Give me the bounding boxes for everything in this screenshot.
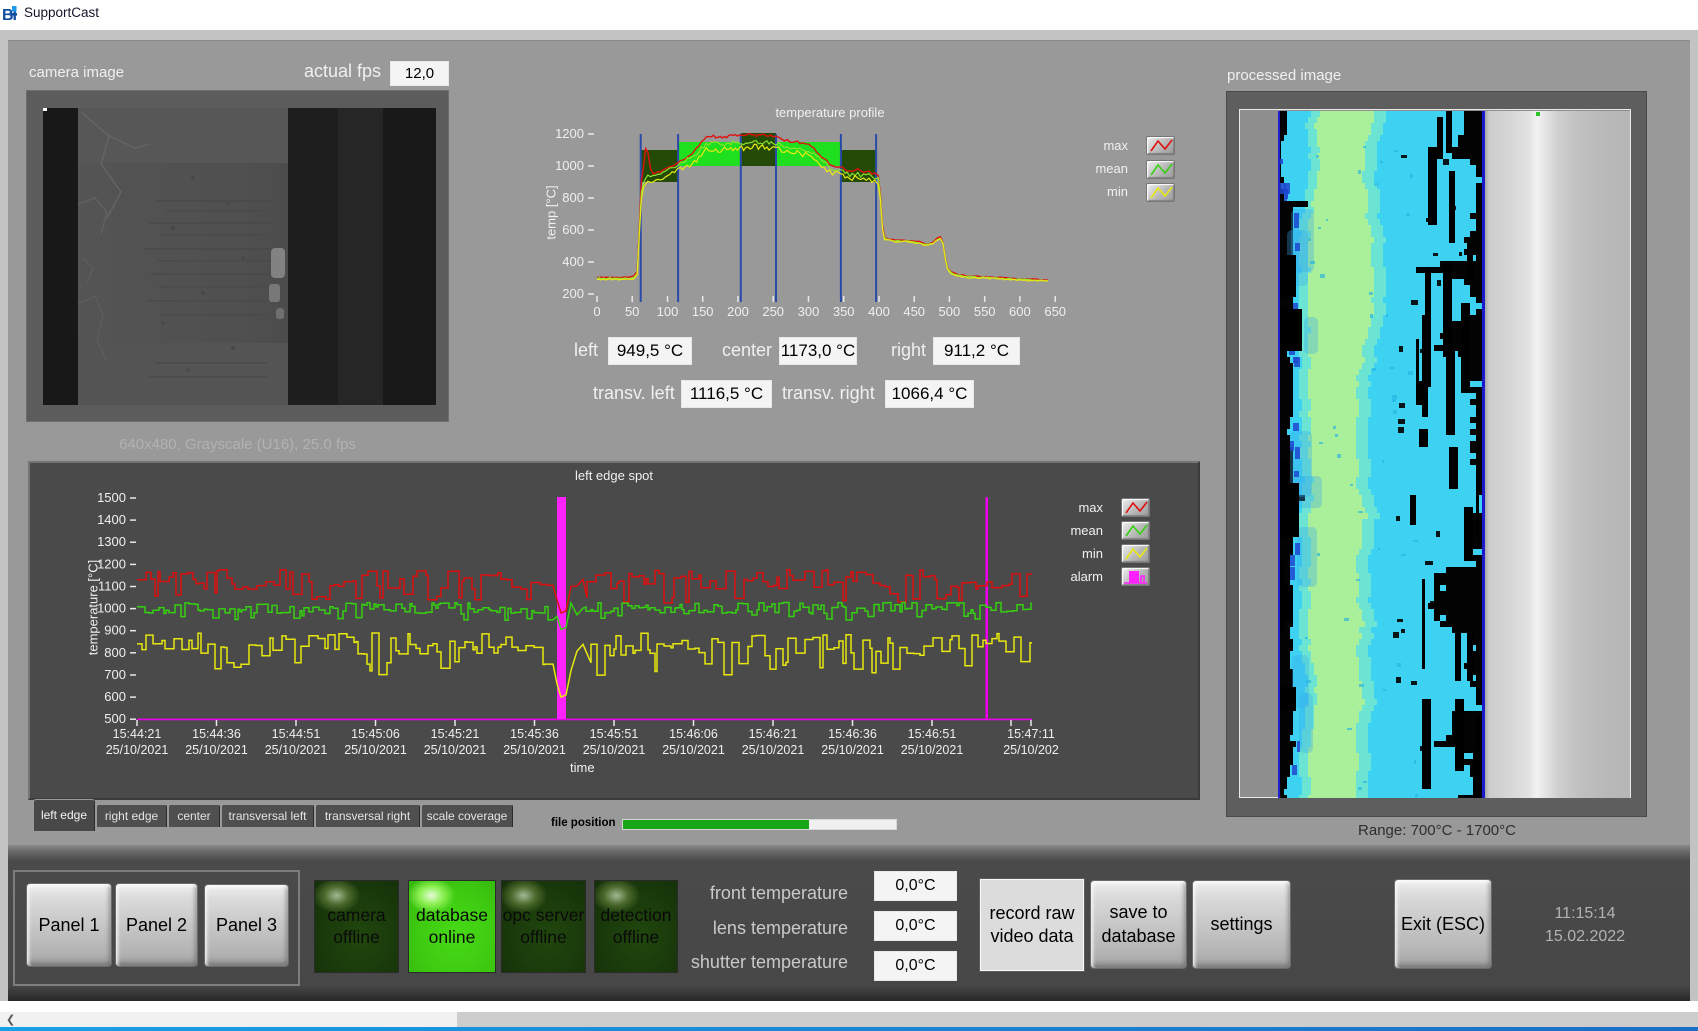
svg-text:25/10/202: 25/10/202 [1003, 743, 1059, 757]
svg-text:250: 250 [762, 304, 784, 319]
svg-text:400: 400 [868, 304, 890, 319]
svg-text:15:44:21: 15:44:21 [113, 727, 162, 741]
svg-text:15:44:51: 15:44:51 [272, 727, 321, 741]
svg-text:25/10/2021: 25/10/2021 [265, 743, 328, 757]
svg-text:500: 500 [939, 304, 961, 319]
svg-text:1000: 1000 [555, 158, 584, 173]
svg-text:900: 900 [104, 623, 126, 638]
svg-text:600: 600 [104, 689, 126, 704]
svg-text:25/10/2021: 25/10/2021 [742, 743, 805, 757]
svg-text:800: 800 [562, 190, 584, 205]
svg-text:15:45:06: 15:45:06 [351, 727, 400, 741]
svg-text:550: 550 [974, 304, 996, 319]
svg-text:1000: 1000 [97, 601, 126, 616]
svg-text:500: 500 [104, 711, 126, 726]
svg-text:25/10/2021: 25/10/2021 [106, 743, 169, 757]
svg-text:1100: 1100 [98, 579, 126, 594]
svg-text:25/10/2021: 25/10/2021 [344, 743, 407, 757]
svg-text:25/10/2021: 25/10/2021 [424, 743, 487, 757]
svg-text:25/10/2021: 25/10/2021 [503, 743, 566, 757]
svg-text:15:46:36: 15:46:36 [828, 727, 877, 741]
svg-text:400: 400 [562, 254, 584, 269]
svg-text:1200: 1200 [555, 126, 584, 141]
svg-text:1300: 1300 [97, 534, 126, 549]
svg-text:15:47:11: 15:47:11 [1007, 727, 1055, 741]
svg-text:15:46:51: 15:46:51 [908, 727, 957, 741]
svg-text:300: 300 [798, 304, 820, 319]
svg-text:25/10/2021: 25/10/2021 [583, 743, 646, 757]
svg-text:15:44:36: 15:44:36 [192, 727, 241, 741]
svg-text:150: 150 [692, 304, 714, 319]
svg-text:1400: 1400 [97, 512, 126, 527]
svg-text:50: 50 [625, 304, 639, 319]
svg-text:15:45:21: 15:45:21 [431, 727, 480, 741]
svg-text:600: 600 [1009, 304, 1031, 319]
svg-text:15:46:21: 15:46:21 [749, 727, 798, 741]
svg-text:15:46:06: 15:46:06 [669, 727, 718, 741]
svg-text:700: 700 [104, 667, 126, 682]
svg-text:800: 800 [104, 645, 126, 660]
svg-text:15:45:36: 15:45:36 [510, 727, 559, 741]
svg-text:25/10/2021: 25/10/2021 [901, 743, 964, 757]
svg-text:15:45:51: 15:45:51 [590, 727, 639, 741]
svg-text:200: 200 [727, 304, 749, 319]
svg-text:25/10/2021: 25/10/2021 [185, 743, 248, 757]
svg-text:1500: 1500 [97, 490, 126, 505]
svg-text:650: 650 [1044, 304, 1066, 319]
svg-text:100: 100 [657, 304, 679, 319]
svg-text:0: 0 [593, 304, 600, 319]
svg-text:200: 200 [562, 286, 584, 301]
svg-text:1200: 1200 [97, 556, 126, 571]
svg-text:600: 600 [562, 222, 584, 237]
svg-text:25/10/2021: 25/10/2021 [821, 743, 884, 757]
svg-text:350: 350 [833, 304, 855, 319]
svg-text:450: 450 [903, 304, 925, 319]
svg-text:25/10/2021: 25/10/2021 [662, 743, 725, 757]
